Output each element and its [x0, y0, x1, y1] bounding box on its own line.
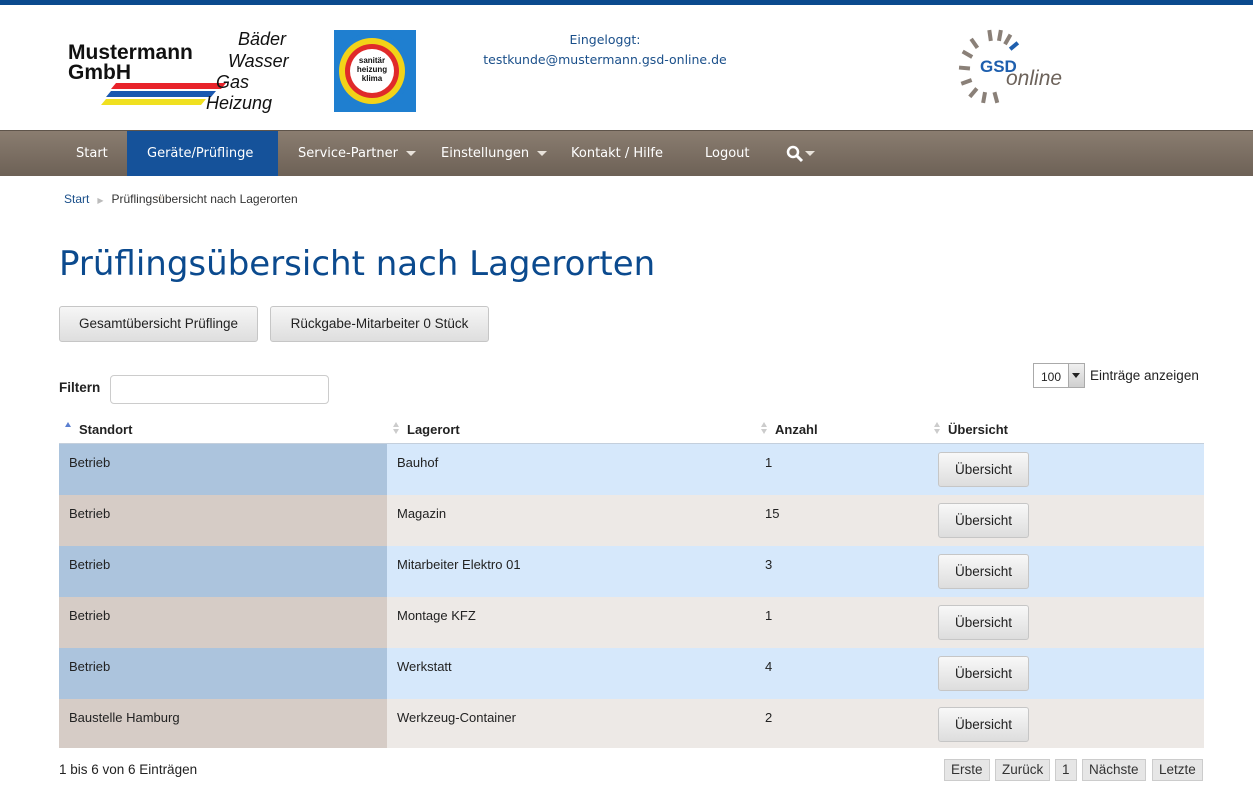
row-overview-button[interactable]: Übersicht [938, 605, 1029, 640]
svg-text:klima: klima [362, 74, 383, 83]
cell-standort: Baustelle Hamburg [59, 699, 387, 748]
nav-start[interactable]: Start [56, 131, 128, 176]
sort-icon [761, 422, 767, 436]
page-length-select[interactable]: 100 [1033, 363, 1085, 388]
nav-geraete-label: Geräte/Prüflinge [147, 146, 254, 161]
table-header: Standort Lagerort Anzahl Übersicht [59, 416, 1204, 444]
cell-anzahl: 3 [765, 557, 773, 572]
cell-lagerort: Mitarbeiter Elektro 01 [397, 557, 521, 572]
nav-kontakt-hilfe[interactable]: Kontakt / Hilfe [551, 131, 683, 176]
cell-standort: Betrieb [59, 597, 387, 648]
sort-icon [934, 422, 940, 436]
row-overview-button[interactable]: Übersicht [938, 452, 1029, 487]
search-icon [786, 145, 804, 162]
page-title: Prüflingsübersicht nach Lagerorten [59, 244, 656, 284]
pagination-previous[interactable]: Zurück [995, 759, 1051, 781]
page-length-value: 100 [1041, 370, 1062, 384]
cell-anzahl: 1 [765, 608, 773, 623]
shk-guild-badge: sanitär heizung klima [334, 30, 416, 112]
cell-standort: Betrieb [59, 648, 387, 699]
row-overview-button[interactable]: Übersicht [938, 656, 1029, 691]
sort-ascending-icon [65, 422, 71, 436]
overview-all-button[interactable]: Gesamtübersicht Prüflinge [59, 306, 258, 342]
nav-service-partner-label: Service-Partner [298, 146, 398, 161]
column-header-lagerort[interactable]: Lagerort [407, 416, 460, 443]
row-overview-button[interactable]: Übersicht [938, 707, 1029, 742]
nav-service-partner[interactable]: Service-Partner [278, 131, 436, 176]
svg-text:Bäder: Bäder [238, 29, 287, 49]
svg-text:Wasser: Wasser [228, 51, 290, 71]
pagination-first[interactable]: Erste [944, 759, 990, 781]
chevron-down-icon [405, 151, 416, 156]
nav-geraete-prueflinge[interactable]: Geräte/Prüflinge [127, 131, 278, 201]
nav-einstellungen[interactable]: Einstellungen [421, 131, 567, 176]
login-label: Eingeloggt: [569, 32, 641, 47]
cell-lagerort: Werkzeug-Container [397, 710, 516, 725]
header: Mustermann GmbH Bäder Wasser Gas Heizung… [0, 5, 1253, 130]
svg-text:sanitär: sanitär [359, 56, 385, 65]
pagination-last[interactable]: Letzte [1152, 759, 1203, 781]
cell-lagerort: Montage KFZ [397, 608, 476, 623]
cell-anzahl: 4 [765, 659, 773, 674]
table-row: Betrieb Bauhof 1 Übersicht [59, 444, 1204, 495]
login-info: Eingeloggt: testkunde@mustermann.gsd-onl… [470, 30, 740, 70]
breadcrumb: Start ▶ Prüflingsübersicht nach Lagerorten [64, 192, 298, 206]
page-length-label: Einträge anzeigen [1090, 368, 1199, 383]
nav-kontakt-label: Kontakt / Hilfe [571, 146, 663, 161]
table-row: Betrieb Magazin 15 Übersicht [59, 495, 1204, 546]
cell-standort: Betrieb [59, 546, 387, 597]
nav-logout[interactable]: Logout [685, 131, 770, 176]
return-employee-button[interactable]: Rückgabe-Mitarbeiter 0 Stück [270, 306, 489, 342]
breadcrumb-separator-icon: ▶ [97, 196, 104, 205]
nav-logout-label: Logout [705, 146, 750, 161]
filter-label: Filtern [59, 380, 101, 395]
svg-text:Gas: Gas [216, 72, 249, 92]
login-user: testkunde@mustermann.gsd-online.de [483, 52, 727, 67]
filter-input[interactable] [110, 375, 329, 404]
column-header-standort[interactable]: Standort [79, 416, 132, 443]
cell-standort: Betrieb [59, 444, 387, 495]
gsd-online-logo[interactable]: GSD online [958, 27, 1073, 107]
pagination-next[interactable]: Nächste [1082, 759, 1146, 781]
cell-standort: Betrieb [59, 495, 387, 546]
breadcrumb-home[interactable]: Start [64, 192, 89, 206]
cell-anzahl: 2 [765, 710, 773, 725]
cell-lagerort: Magazin [397, 506, 447, 521]
row-overview-button[interactable]: Übersicht [938, 554, 1029, 589]
sort-icon [393, 422, 399, 436]
table-row: Betrieb Montage KFZ 1 Übersicht [59, 597, 1204, 648]
table-info: 1 bis 6 von 6 Einträgen [59, 762, 198, 777]
table-row: Baustelle Hamburg Werkzeug-Container 2 Ü… [59, 699, 1204, 748]
column-header-uebersicht[interactable]: Übersicht [948, 416, 1008, 443]
cell-anzahl: 1 [765, 455, 773, 470]
svg-text:online: online [1006, 67, 1062, 90]
pagination-page-1[interactable]: 1 [1055, 759, 1077, 781]
row-overview-button[interactable]: Übersicht [938, 503, 1029, 538]
chevron-down-icon [805, 151, 815, 156]
svg-text:heizung: heizung [357, 65, 387, 74]
company-logo[interactable]: Mustermann GmbH Bäder Wasser Gas Heizung [66, 27, 296, 115]
dropdown-arrow-icon [1068, 364, 1084, 387]
nav-start-label: Start [76, 146, 108, 161]
cell-lagerort: Werkstatt [397, 659, 452, 674]
svg-text:Heizung: Heizung [206, 93, 272, 113]
nav-einstellungen-label: Einstellungen [441, 146, 530, 161]
cell-anzahl: 15 [765, 506, 780, 521]
nav-search[interactable] [766, 131, 835, 176]
column-header-anzahl[interactable]: Anzahl [775, 416, 818, 443]
breadcrumb-current: Prüflingsübersicht nach Lagerorten [111, 192, 298, 206]
table-row: Betrieb Mitarbeiter Elektro 01 3 Übersic… [59, 546, 1204, 597]
svg-text:GmbH: GmbH [68, 61, 131, 84]
chevron-down-icon [537, 151, 548, 156]
main-navigation: Start Geräte/Prüflinge Service-Partner E… [0, 130, 1253, 201]
table-row: Betrieb Werkstatt 4 Übersicht [59, 648, 1204, 699]
cell-lagerort: Bauhof [397, 455, 439, 470]
